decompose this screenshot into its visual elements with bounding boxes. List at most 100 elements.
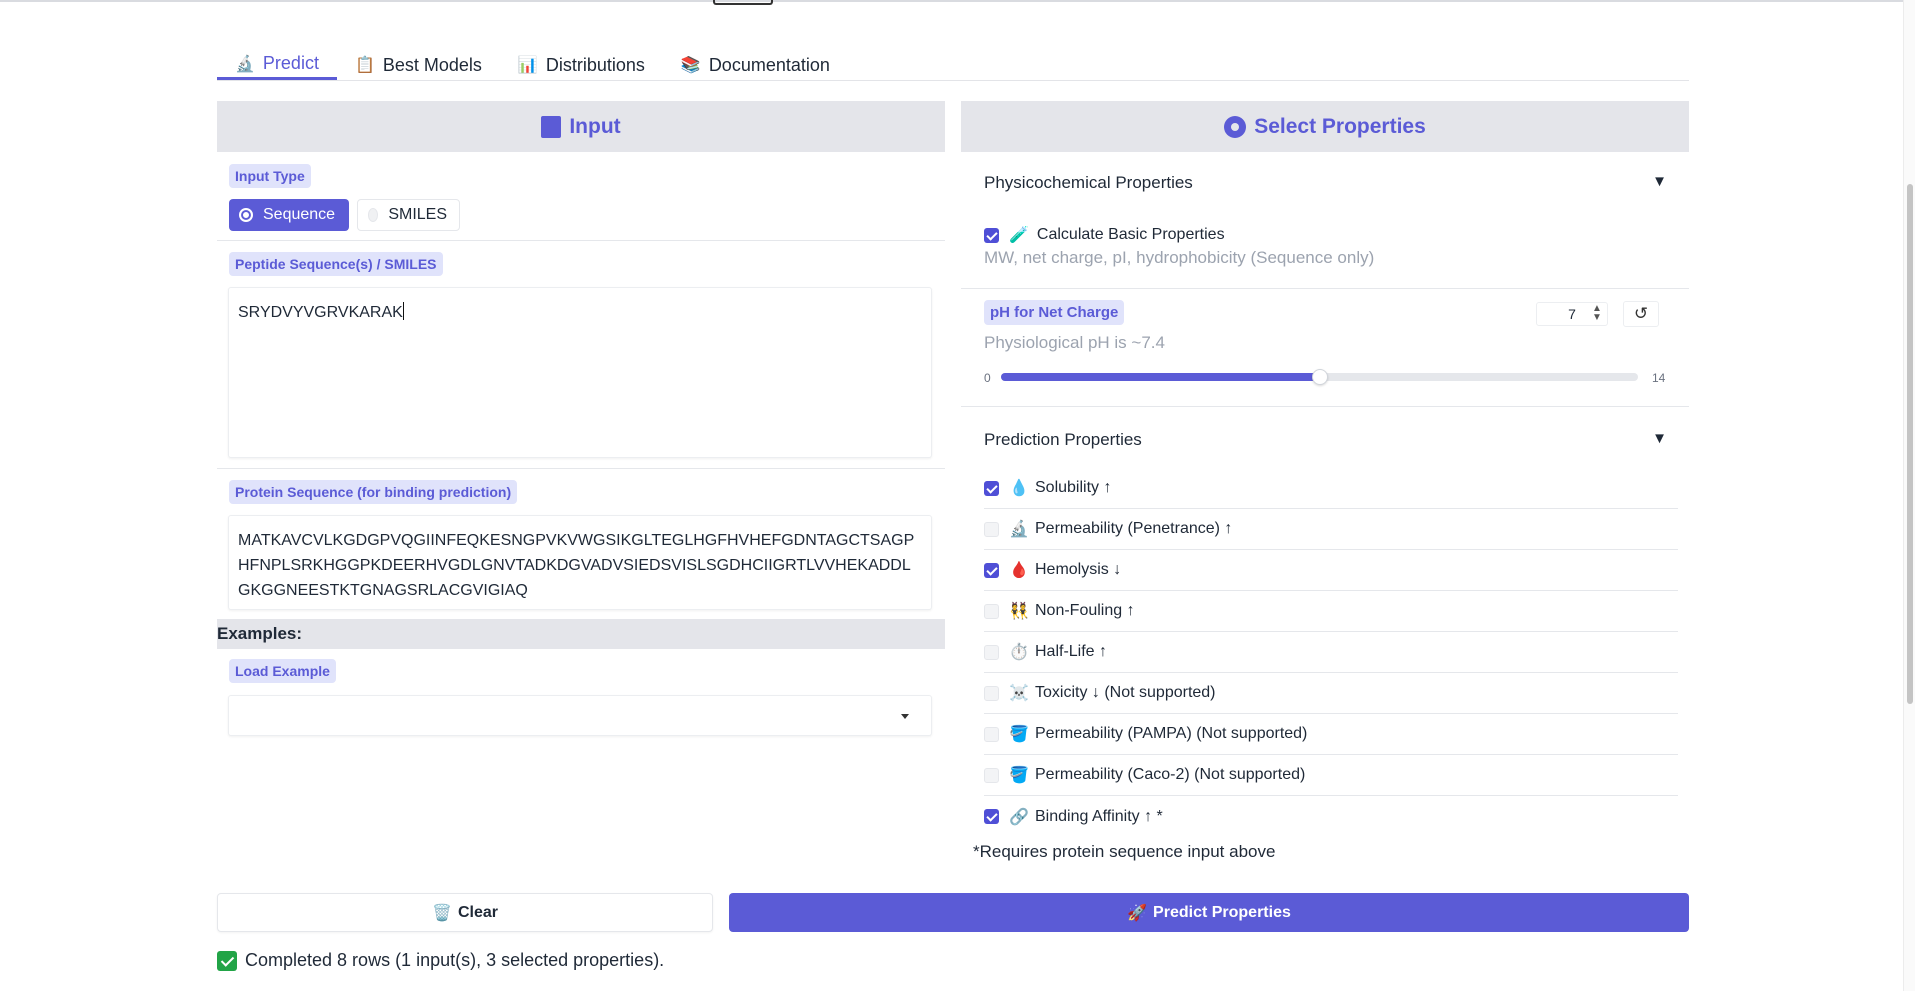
- droplet-icon: 💧: [1009, 480, 1029, 497]
- properties-panel: Select Properties Physicochemical Proper…: [961, 101, 1689, 876]
- protein-section: Protein Sequence (for binding prediction…: [217, 469, 945, 619]
- status-text: Completed 8 rows (1 input(s), 3 selected…: [245, 950, 665, 970]
- examples-section: Load Example: [217, 649, 945, 745]
- book-icon: [541, 115, 562, 138]
- prediction-item[interactable]: 👯 Non-Fouling ↑: [984, 591, 1678, 632]
- physico-title: Physicochemical Properties: [984, 173, 1193, 192]
- bucket-icon: 🪣: [1009, 726, 1029, 743]
- people-icon: 👯: [1009, 603, 1029, 620]
- clear-button[interactable]: 🗑️ Clear: [217, 893, 713, 932]
- input-type-section: Input Type Sequence SMILES: [217, 152, 945, 241]
- radio-sequence[interactable]: Sequence: [229, 199, 349, 231]
- peptide-textarea[interactable]: SRYDVYVGRVKARAK: [228, 287, 932, 458]
- tab-best-models[interactable]: 📋 Best Models: [337, 50, 500, 80]
- clear-label: Clear: [457, 903, 498, 921]
- ph-min-label: 0: [984, 371, 991, 385]
- checkbox[interactable]: [984, 603, 999, 619]
- prediction-list: 💧 Solubility ↑ 🔬 Permeability (Penetrance) …: [961, 468, 1689, 838]
- reset-icon[interactable]: ↺: [1623, 301, 1659, 327]
- triangle-down-icon: ▼: [1652, 430, 1667, 447]
- prediction-item-label: Solubility ↑: [1035, 479, 1112, 496]
- prediction-item[interactable]: ☠️ Toxicity ↓ (Not supported): [984, 673, 1678, 714]
- load-example-label: Load Example: [229, 659, 336, 683]
- prediction-item[interactable]: 💧 Solubility ↑: [984, 468, 1678, 509]
- input-panel-title: Input: [569, 114, 621, 138]
- radio-dot: [368, 208, 379, 222]
- prediction-item-label: Non-Fouling ↑: [1035, 602, 1135, 619]
- protein-label: Protein Sequence (for binding prediction…: [229, 480, 518, 504]
- tab-predict[interactable]: 🔬 Predict: [217, 50, 337, 80]
- ph-value: 7: [1568, 306, 1576, 322]
- prediction-item-label: Binding Affinity ↑ *: [1035, 807, 1163, 825]
- triangle-down-icon: ▼: [1652, 173, 1667, 190]
- peptide-section: Peptide Sequence(s) / SMILES SRYDVYVGRVK…: [217, 241, 945, 469]
- checkbox[interactable]: [984, 685, 999, 701]
- basic-properties-section: 🧪 Calculate Basic Properties MW, net cha…: [961, 209, 1689, 289]
- predict-button[interactable]: 🚀 Predict Properties: [729, 893, 1689, 932]
- radio-dot-selected: [239, 208, 253, 222]
- checkbox-checked[interactable]: [984, 227, 999, 243]
- text-caret: [402, 302, 404, 320]
- checkbox[interactable]: [984, 767, 999, 783]
- books-icon: 📚: [680, 57, 701, 74]
- tab-distributions[interactable]: 📊 Distributions: [500, 50, 663, 80]
- prediction-item-label: Permeability (PAMPA) (Not supported): [1035, 725, 1308, 742]
- checkbox-checked[interactable]: [984, 480, 999, 496]
- ph-section: pH for Net Charge 7 ▲ ▼ ↺ Physiological p…: [961, 289, 1689, 407]
- tab-label: Predict: [262, 53, 319, 73]
- ph-max-label: 14: [1652, 371, 1666, 385]
- prediction-item-label: Permeability (Caco-2) (Not supported): [1035, 766, 1306, 783]
- properties-panel-title: Select Properties: [1254, 114, 1426, 138]
- top-border: [0, 0, 1915, 2]
- input-panel-header: Input: [217, 101, 945, 152]
- ph-info: Physiological pH is ~7.4: [984, 333, 1165, 352]
- prediction-accordion-header[interactable]: Prediction Properties ▼: [961, 407, 1689, 468]
- basic-properties-info: MW, net charge, pI, hydrophobicity (Sequ…: [984, 248, 1375, 267]
- prediction-item-label: Half-Life ↑: [1035, 643, 1108, 660]
- stopwatch-icon: ⏱️: [1009, 644, 1029, 661]
- prediction-title: Prediction Properties: [984, 430, 1142, 449]
- prediction-item[interactable]: 🪣 Permeability (PAMPA) (Not supported): [984, 714, 1678, 755]
- checkbox-checked[interactable]: [984, 562, 999, 578]
- checkbox[interactable]: [984, 726, 999, 742]
- prediction-item[interactable]: 🔗 Binding Affinity ↑ *: [984, 796, 1678, 837]
- physico-accordion-header[interactable]: Physicochemical Properties ▼: [961, 152, 1689, 209]
- ph-stepper[interactable]: ▲ ▼: [1590, 304, 1604, 324]
- rocket-icon: 🚀: [1127, 904, 1148, 922]
- prediction-item[interactable]: ⏱️ Half-Life ↑: [984, 632, 1678, 673]
- tab-label: Best Models: [382, 54, 482, 75]
- page-scrollbar[interactable]: [1903, 0, 1915, 991]
- prediction-item[interactable]: 🪣 Permeability (Caco-2) (Not supported): [984, 755, 1678, 796]
- radio-label: SMILES: [388, 206, 447, 223]
- basic-properties-checkbox[interactable]: 🧪 Calculate Basic Properties: [984, 225, 1225, 245]
- ph-slider-thumb[interactable]: [1311, 369, 1328, 385]
- radio-smiles[interactable]: SMILES: [357, 199, 460, 231]
- peptide-value: SRYDVYVGRVKARAK: [238, 304, 403, 321]
- bucket-icon: 🪣: [1009, 767, 1029, 784]
- radio-label: Sequence: [263, 206, 336, 223]
- basic-properties-label: Calculate Basic Properties: [1036, 226, 1225, 243]
- microscope-icon: 🔬: [235, 55, 255, 73]
- input-type-label: Input Type: [229, 164, 311, 188]
- tab-documentation[interactable]: 📚 Documentation: [663, 50, 848, 80]
- prediction-item[interactable]: 🔬 Permeability (Penetrance) ↑: [984, 509, 1678, 550]
- checkbox[interactable]: [984, 644, 999, 660]
- ph-slider[interactable]: [1001, 369, 1638, 385]
- predict-label: Predict Properties: [1153, 903, 1291, 921]
- tab-label: Documentation: [708, 54, 830, 75]
- scrollbar-thumb[interactable]: [1907, 184, 1913, 704]
- bar-chart-icon: 📊: [517, 57, 538, 74]
- microscope-icon: 🔬: [1009, 521, 1029, 538]
- checkbox-checked[interactable]: [984, 809, 999, 824]
- prediction-item[interactable]: 🩸 Hemolysis ↓: [984, 550, 1678, 591]
- chevron-down-icon: [901, 714, 909, 719]
- skull-icon: ☠️: [1009, 685, 1029, 702]
- protein-value: MATKAVCVLKGDGPVQGIINFEQKESNGPVKVWGSIKGLT…: [238, 532, 915, 599]
- binding-footnote: *Requires protein sequence input above: [973, 842, 1276, 861]
- prediction-item-label: Permeability (Penetrance) ↑: [1035, 520, 1233, 537]
- top-notch: [713, 0, 773, 5]
- load-example-select[interactable]: [228, 695, 932, 736]
- protein-textarea[interactable]: MATKAVCVLKGDGPVQGIINFEQKESNGPVKVWGSIKGLT…: [228, 515, 932, 610]
- prediction-item-label: Toxicity ↓ (Not supported): [1035, 684, 1216, 701]
- checkbox[interactable]: [984, 521, 999, 537]
